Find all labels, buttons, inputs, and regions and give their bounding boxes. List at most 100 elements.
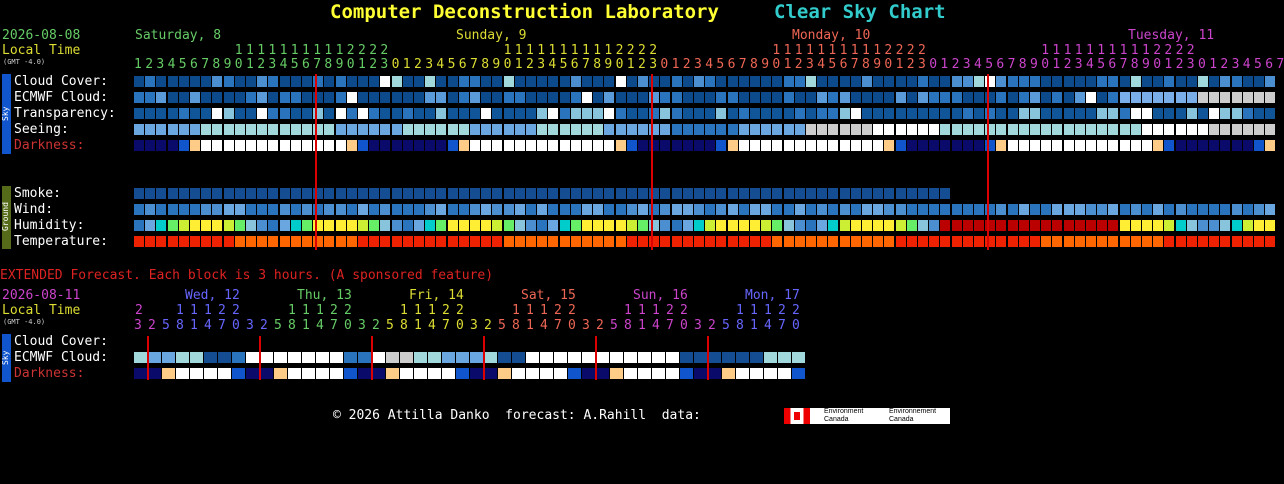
ext-darkness-block[interactable] bbox=[456, 368, 469, 379]
ext-darkness-block[interactable] bbox=[498, 368, 511, 379]
ext-ecmwf-cloud-block[interactable] bbox=[624, 352, 637, 363]
ext-darkness-block[interactable] bbox=[372, 368, 385, 379]
ext-ecmwf-cloud-block[interactable] bbox=[162, 352, 175, 363]
ext-darkness-block[interactable] bbox=[442, 368, 455, 379]
ext-darkness-block[interactable] bbox=[596, 368, 609, 379]
ext-darkness-block[interactable] bbox=[414, 368, 427, 379]
ext-darkness-block[interactable] bbox=[316, 368, 329, 379]
ext-darkness-block[interactable] bbox=[162, 368, 175, 379]
ext-darkness-block[interactable] bbox=[218, 368, 231, 379]
ext-darkness-block[interactable] bbox=[232, 368, 245, 379]
ext-ecmwf-cloud-block[interactable] bbox=[652, 352, 665, 363]
ext-ecmwf-cloud-block[interactable] bbox=[750, 352, 763, 363]
ext-ecmwf-cloud-block[interactable] bbox=[442, 352, 455, 363]
ext-darkness-block[interactable] bbox=[722, 368, 735, 379]
ext-darkness-block[interactable] bbox=[400, 368, 413, 379]
ext-ecmwf-cloud-block[interactable] bbox=[484, 352, 497, 363]
ext-ecmwf-cloud-block[interactable] bbox=[792, 352, 805, 363]
ext-darkness-block[interactable] bbox=[386, 368, 399, 379]
ext-darkness-block[interactable] bbox=[344, 368, 357, 379]
ext-ecmwf-cloud-block[interactable] bbox=[204, 352, 217, 363]
ext-darkness-block[interactable] bbox=[624, 368, 637, 379]
ext-darkness-block[interactable] bbox=[288, 368, 301, 379]
ext-ecmwf-cloud-block[interactable] bbox=[372, 352, 385, 363]
ext-darkness-block[interactable] bbox=[694, 368, 707, 379]
ext-ecmwf-cloud-block[interactable] bbox=[554, 352, 567, 363]
ext-ecmwf-cloud-block[interactable] bbox=[134, 352, 147, 363]
ext-darkness-block[interactable] bbox=[778, 368, 791, 379]
ext-darkness-block[interactable] bbox=[246, 368, 259, 379]
ext-ecmwf-cloud-block[interactable] bbox=[736, 352, 749, 363]
ext-ecmwf-cloud-block[interactable] bbox=[358, 352, 371, 363]
ext-darkness-block[interactable] bbox=[204, 368, 217, 379]
ext-ecmwf-cloud-block[interactable] bbox=[708, 352, 721, 363]
extended-grid[interactable] bbox=[0, 0, 1284, 424]
ext-darkness-block[interactable] bbox=[568, 368, 581, 379]
ext-ecmwf-cloud-block[interactable] bbox=[386, 352, 399, 363]
ext-darkness-block[interactable] bbox=[274, 368, 287, 379]
ext-ecmwf-cloud-block[interactable] bbox=[694, 352, 707, 363]
ext-ecmwf-cloud-block[interactable] bbox=[190, 352, 203, 363]
ext-ecmwf-cloud-block[interactable] bbox=[428, 352, 441, 363]
ext-ecmwf-cloud-block[interactable] bbox=[722, 352, 735, 363]
ext-darkness-block[interactable] bbox=[428, 368, 441, 379]
ext-darkness-block[interactable] bbox=[176, 368, 189, 379]
ext-ecmwf-cloud-block[interactable] bbox=[148, 352, 161, 363]
ext-darkness-block[interactable] bbox=[484, 368, 497, 379]
ext-ecmwf-cloud-block[interactable] bbox=[596, 352, 609, 363]
ext-ecmwf-cloud-block[interactable] bbox=[232, 352, 245, 363]
ext-darkness-block[interactable] bbox=[736, 368, 749, 379]
ext-ecmwf-cloud-block[interactable] bbox=[568, 352, 581, 363]
ext-ecmwf-cloud-block[interactable] bbox=[274, 352, 287, 363]
ext-darkness-block[interactable] bbox=[330, 368, 343, 379]
ext-ecmwf-cloud-block[interactable] bbox=[498, 352, 511, 363]
ext-ecmwf-cloud-block[interactable] bbox=[512, 352, 525, 363]
ext-ecmwf-cloud-block[interactable] bbox=[330, 352, 343, 363]
ext-ecmwf-cloud-block[interactable] bbox=[288, 352, 301, 363]
ext-ecmwf-cloud-block[interactable] bbox=[344, 352, 357, 363]
ext-darkness-block[interactable] bbox=[666, 368, 679, 379]
ext-ecmwf-cloud-block[interactable] bbox=[666, 352, 679, 363]
ext-ecmwf-cloud-block[interactable] bbox=[638, 352, 651, 363]
ext-darkness-block[interactable] bbox=[190, 368, 203, 379]
ext-darkness-block[interactable] bbox=[526, 368, 539, 379]
ext-ecmwf-cloud-block[interactable] bbox=[456, 352, 469, 363]
ext-darkness-block[interactable] bbox=[610, 368, 623, 379]
ext-darkness-block[interactable] bbox=[638, 368, 651, 379]
ext-ecmwf-cloud-block[interactable] bbox=[400, 352, 413, 363]
ext-ecmwf-cloud-block[interactable] bbox=[176, 352, 189, 363]
ext-ecmwf-cloud-block[interactable] bbox=[582, 352, 595, 363]
ext-darkness-block[interactable] bbox=[680, 368, 693, 379]
ext-darkness-block[interactable] bbox=[764, 368, 777, 379]
environment-canada-logo[interactable]: Environment Canada Environnement Canada bbox=[784, 408, 950, 424]
ext-ecmwf-cloud-block[interactable] bbox=[610, 352, 623, 363]
ext-darkness-block[interactable] bbox=[582, 368, 595, 379]
ext-darkness-block[interactable] bbox=[260, 368, 273, 379]
ext-darkness-block[interactable] bbox=[540, 368, 553, 379]
ext-darkness-block[interactable] bbox=[302, 368, 315, 379]
ext-ecmwf-cloud-block[interactable] bbox=[526, 352, 539, 363]
ext-ecmwf-cloud-block[interactable] bbox=[218, 352, 231, 363]
ext-darkness-block[interactable] bbox=[512, 368, 525, 379]
ext-darkness-block[interactable] bbox=[792, 368, 805, 379]
ext-ecmwf-cloud-block[interactable] bbox=[302, 352, 315, 363]
ext-ecmwf-cloud-block[interactable] bbox=[540, 352, 553, 363]
ext-darkness-block[interactable] bbox=[554, 368, 567, 379]
ext-darkness-block[interactable] bbox=[708, 368, 721, 379]
ext-darkness-block[interactable] bbox=[470, 368, 483, 379]
ext-darkness-block[interactable] bbox=[148, 368, 161, 379]
ext-ecmwf-cloud-block[interactable] bbox=[316, 352, 329, 363]
ext-darkness-block[interactable] bbox=[134, 368, 147, 379]
ext-darkness-block[interactable] bbox=[652, 368, 665, 379]
ext-ecmwf-cloud-block[interactable] bbox=[778, 352, 791, 363]
footer-credits: © 2026 Attilla Danko forecast: A.Rahill … bbox=[333, 408, 701, 423]
ext-ecmwf-cloud-block[interactable] bbox=[764, 352, 777, 363]
ext-ecmwf-cloud-block[interactable] bbox=[260, 352, 273, 363]
logo-text-en: Environment Canada bbox=[824, 408, 864, 423]
ext-ecmwf-cloud-block[interactable] bbox=[414, 352, 427, 363]
ext-ecmwf-cloud-block[interactable] bbox=[680, 352, 693, 363]
ext-ecmwf-cloud-block[interactable] bbox=[246, 352, 259, 363]
ext-darkness-block[interactable] bbox=[358, 368, 371, 379]
ext-ecmwf-cloud-block[interactable] bbox=[470, 352, 483, 363]
ext-darkness-block[interactable] bbox=[750, 368, 763, 379]
